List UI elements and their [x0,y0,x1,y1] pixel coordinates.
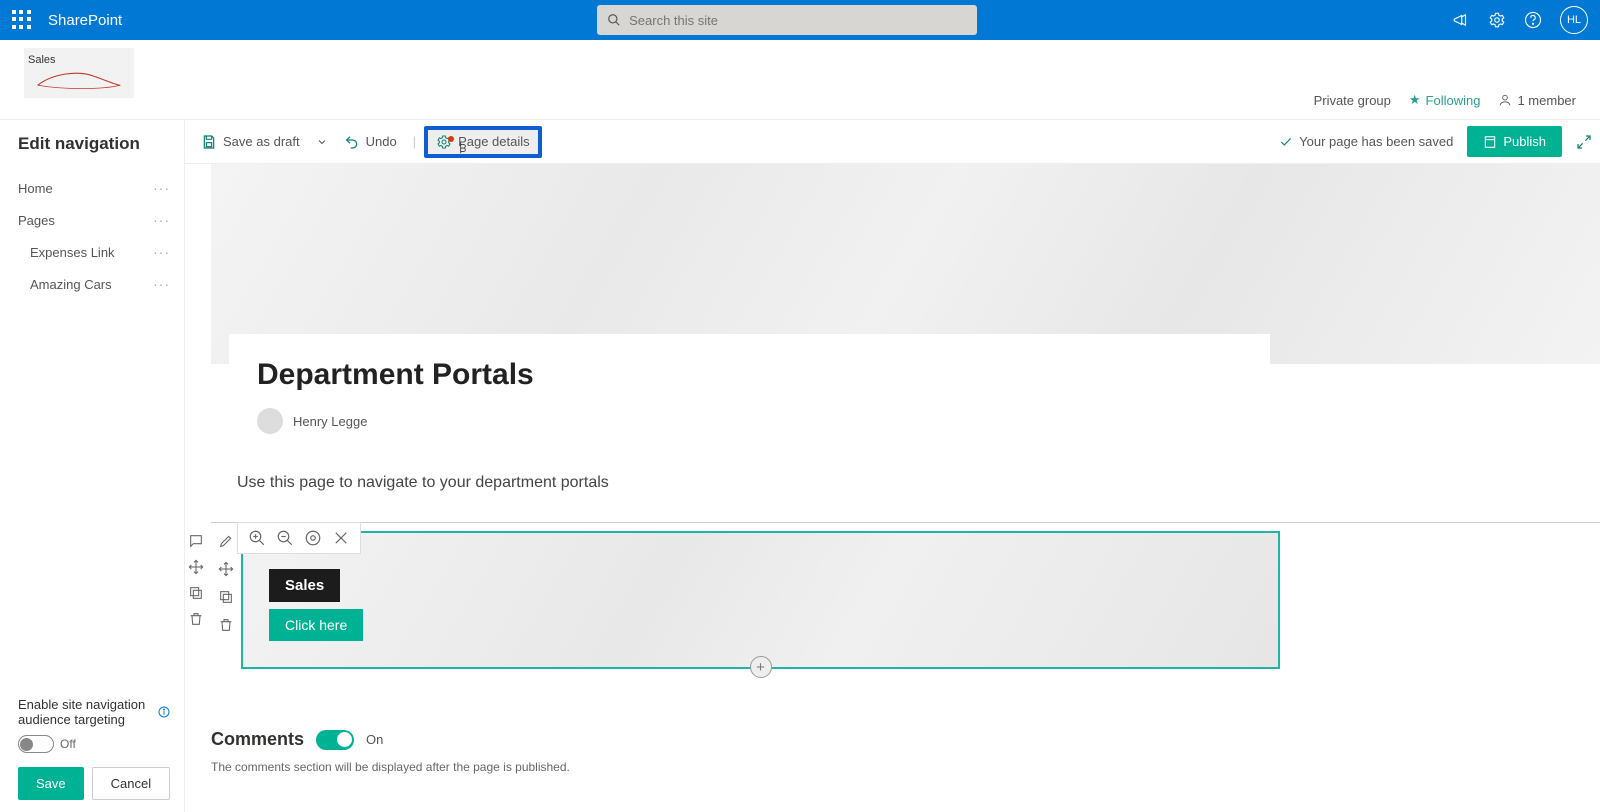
expand-icon[interactable] [1576,134,1592,150]
more-icon[interactable]: ··· [153,244,170,260]
publish-button[interactable]: Publish [1467,126,1562,157]
zoom-out-icon[interactable] [276,529,294,547]
publish-icon [1483,135,1497,149]
delete-icon[interactable] [218,617,234,633]
move-icon[interactable] [218,561,234,577]
members-button[interactable]: 1 member [1498,93,1576,108]
group-status: Private group [1314,93,1391,108]
car-icon [34,68,124,92]
webpart-label: Sales [269,569,340,602]
check-icon [1279,135,1293,149]
star-icon: ★ [1409,92,1421,108]
app-launcher-icon[interactable] [12,10,32,30]
more-icon[interactable]: ··· [153,212,170,228]
site-header: Sales Private group ★ Following 1 member [0,40,1600,120]
comments-header: Comments On [211,729,1600,750]
undo-icon [344,134,360,150]
audience-targeting-toggle[interactable] [18,735,54,753]
page-hero: Department Portals Henry Legge [211,164,1600,364]
webpart-section: Sales Click here + [211,522,1600,669]
nav-heading: Edit navigation [18,134,170,154]
webpart-controls [215,533,237,633]
zoom-in-icon[interactable] [248,529,266,547]
nav-item-amazing-cars[interactable]: Amazing Cars··· [18,268,170,300]
page-details-button[interactable]: Page details [424,126,542,158]
nav-item-pages[interactable]: Pages··· [18,204,170,236]
megaphone-icon[interactable] [1452,11,1470,29]
copy-icon[interactable] [188,585,204,601]
cursor-icon [456,140,470,156]
focal-icon[interactable] [304,529,322,547]
toggle-state: Off [60,737,76,751]
search-icon [607,13,621,27]
site-logo[interactable]: Sales [24,48,134,98]
notification-dot [448,136,454,142]
save-as-draft-button[interactable]: Save as draft [193,128,308,156]
nav-item-expenses[interactable]: Expenses Link··· [18,236,170,268]
nav-cancel-button[interactable]: Cancel [92,767,170,800]
info-icon[interactable] [158,706,170,718]
more-icon[interactable]: ··· [153,180,170,196]
following-button[interactable]: ★ Following [1409,92,1481,108]
suite-bar: SharePoint HL [0,0,1600,40]
close-icon[interactable] [332,529,350,547]
title-card: Department Portals Henry Legge [229,334,1270,454]
audience-targeting-label: Enable site navigation audience targetin… [18,697,170,727]
nav-item-home[interactable]: Home··· [18,172,170,204]
comments-toggle-state: On [366,732,383,747]
comments-note: The comments section will be displayed a… [211,760,1600,774]
save-icon [201,134,217,150]
page-toolbar: Save as draft Undo | Page details Your p… [185,120,1600,164]
brand-label[interactable]: SharePoint [48,12,122,29]
page-description[interactable]: Use this page to navigate to your depart… [237,474,1600,492]
move-icon[interactable] [188,559,204,575]
page-author[interactable]: Henry Legge [257,408,1242,434]
avatar-icon [257,408,283,434]
edit-icon[interactable] [218,533,234,549]
help-icon[interactable] [1524,11,1542,29]
nav-save-button[interactable]: Save [18,767,84,800]
copy-icon[interactable] [218,589,234,605]
site-name: Sales [28,54,56,66]
person-icon [1498,93,1512,107]
edit-navigation-panel: Edit navigation Home··· Pages··· Expense… [0,120,185,812]
comments-toggle[interactable] [316,730,354,750]
saved-message: Your page has been saved [1279,134,1453,149]
comment-icon[interactable] [188,533,204,549]
hero-webpart[interactable]: Sales Click here + [241,531,1280,669]
search-input[interactable] [629,13,967,28]
undo-button[interactable]: Undo [336,128,405,156]
more-icon[interactable]: ··· [153,276,170,292]
chevron-down-icon[interactable] [316,136,328,148]
add-webpart-button[interactable]: + [750,656,772,678]
delete-icon[interactable] [188,611,204,627]
webpart-cta-button[interactable]: Click here [269,609,363,641]
page-canvas: Save as draft Undo | Page details Your p… [185,120,1600,812]
webpart-toolbar [237,522,361,554]
page-title[interactable]: Department Portals [257,358,1242,392]
search-box[interactable] [597,5,977,35]
section-controls [185,533,207,627]
user-avatar[interactable]: HL [1560,6,1588,34]
gear-icon[interactable] [1488,11,1506,29]
